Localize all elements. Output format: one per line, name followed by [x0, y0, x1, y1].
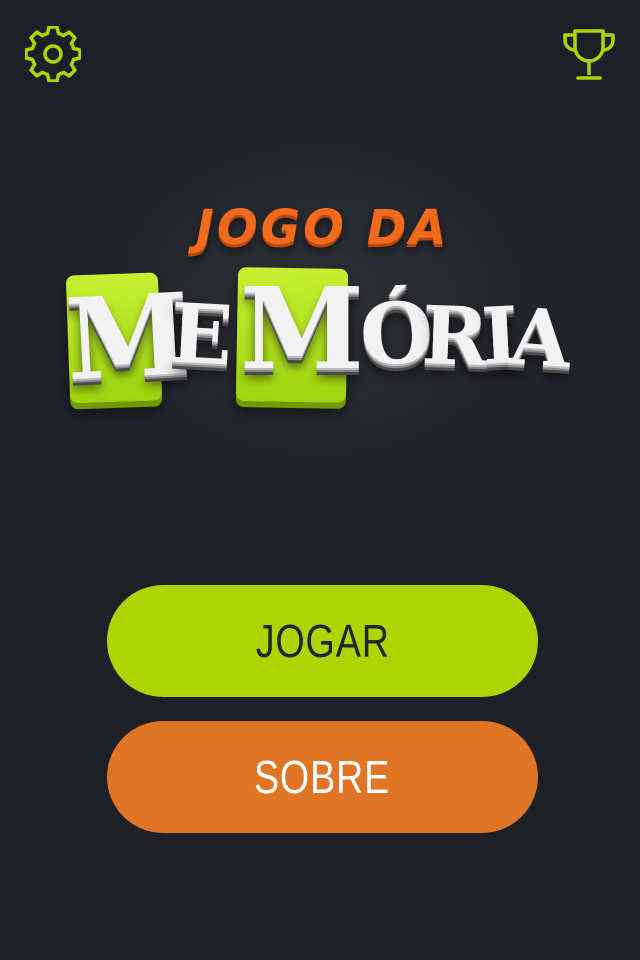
- about-button[interactable]: SOBRE: [107, 721, 538, 833]
- settings-button[interactable]: [23, 24, 83, 84]
- gear-icon: [25, 26, 81, 82]
- logo-letter: M: [240, 264, 364, 395]
- logo-line-1: JOGO DA: [196, 200, 450, 256]
- logo-letter: E: [167, 285, 235, 385]
- trophy-button[interactable]: [559, 24, 619, 84]
- trophy-icon: [563, 29, 615, 80]
- game-logo: JOGO DA M E M Ó R I A: [0, 190, 640, 420]
- play-button[interactable]: JOGAR: [107, 585, 538, 697]
- play-button-label: JOGAR: [255, 615, 390, 667]
- about-button-label: SOBRE: [254, 751, 391, 803]
- logo-letter: A: [506, 291, 574, 387]
- main-menu-screen: JOGO DA M E M Ó R I A JOGAR SOBRE: [0, 0, 640, 960]
- logo-line-2: M E M Ó R I A: [60, 262, 580, 412]
